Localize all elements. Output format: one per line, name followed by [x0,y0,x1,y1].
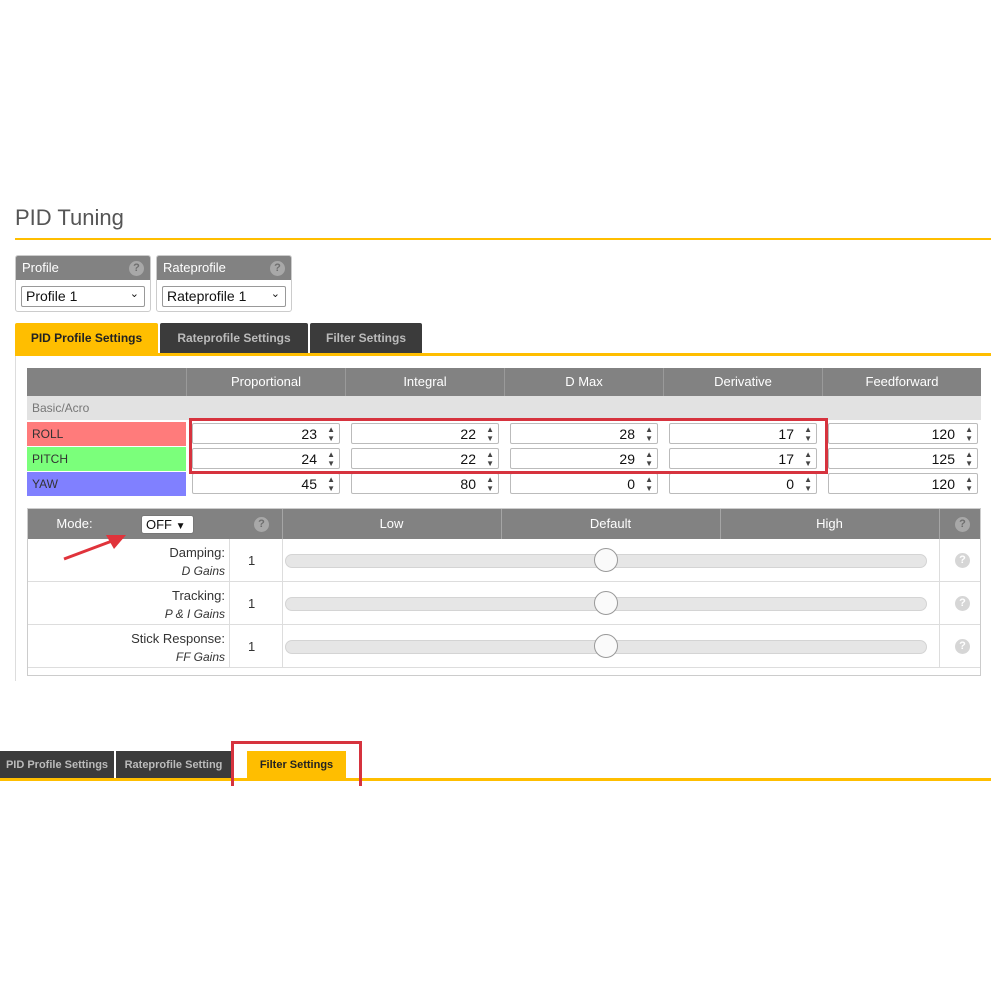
yaw-feedforward-input[interactable]: 120 ▲ ▼ [828,473,978,494]
slider-value: 1 [248,596,256,611]
column-header: Integral [345,368,504,396]
tracking-slider-thumb[interactable] [594,591,618,615]
column-header-low: Low [379,516,404,531]
row-divider [229,582,230,625]
spinner-icon[interactable]: ▲ ▼ [486,475,494,493]
tab-pid-profile-settings[interactable]: PID Profile Settings [0,751,114,779]
highlight-box [231,741,362,786]
slider-subtitle: FF Gains [175,650,225,664]
column-header: D Max [504,368,663,396]
help-icon[interactable]: ? [955,596,970,611]
input-value: 0 [786,476,794,492]
slider-tuning-table: Mode: OFF ▼ ? Low Default High ? Damping… [27,508,981,676]
pid-table-header: Proportional Integral D Max Derivative F… [27,368,981,396]
tab-rateprofile-settings[interactable]: Rateprofile Setting [116,751,231,779]
profile-selector: Profile ? Profile 1 ⌄ [15,255,151,312]
mode-dropdown-value: OFF [146,517,172,532]
help-icon[interactable]: ? [129,261,144,276]
slider-row-stick-response: Stick Response: FF Gains 1 ? [28,625,980,668]
slider-row-damping: Damping: D Gains 1 ? [28,539,980,582]
tab-rateprofile-settings[interactable]: Rateprofile Settings [160,323,308,353]
profile-header: Profile ? [16,256,150,280]
row-divider [939,625,940,668]
slider-subtitle: D Gains [181,564,225,578]
yaw-proportional-input[interactable]: 45 ▲ ▼ [192,473,340,494]
input-value: 45 [301,476,317,492]
profile-dropdown[interactable]: Profile 1 ⌄ [21,286,145,307]
slider-value: 1 [248,639,256,654]
row-divider [939,582,940,625]
slider-row-tracking: Tracking: P & I Gains 1 ? [28,582,980,625]
spinner-icon[interactable]: ▲ ▼ [645,475,653,493]
slider-subtitle: P & I Gains [164,607,225,621]
help-icon[interactable]: ? [270,261,285,276]
spinner-icon[interactable]: ▲ ▼ [965,475,973,493]
column-header-high: High [816,516,843,531]
axis-label-pitch: PITCH [27,447,186,471]
slider-title: Damping: [169,545,225,560]
yaw-dmax-input[interactable]: 0 ▲ ▼ [510,473,658,494]
rateprofile-selector: Rateprofile ? Rateprofile 1 ⌄ [156,255,292,312]
yaw-derivative-input[interactable]: 0 ▲ ▼ [669,473,817,494]
roll-feedforward-input[interactable]: 120 ▲ ▼ [828,423,978,444]
axis-label-yaw: YAW [27,472,186,496]
row-divider [282,625,283,668]
column-header-default: Default [589,516,632,531]
stick-response-slider-thumb[interactable] [594,634,618,658]
chevron-down-icon: ⌄ [270,288,280,300]
column-header: Proportional [186,368,345,396]
spinner-icon[interactable]: ▲ ▼ [327,475,335,493]
header-divider [939,509,940,539]
column-header: Derivative [663,368,822,396]
help-icon[interactable]: ? [254,517,269,532]
column-header: Feedforward [822,368,981,396]
tab-filter-settings[interactable]: Filter Settings [310,323,422,353]
input-value: 120 [931,476,955,492]
slider-label: Damping: D Gains [169,543,225,581]
page-title: PID Tuning [15,205,124,230]
pitch-feedforward-input[interactable]: 125 ▲ ▼ [828,448,978,469]
spinner-icon[interactable]: ▲ ▼ [804,475,812,493]
input-value: 0 [627,476,635,492]
help-icon[interactable]: ? [955,553,970,568]
row-divider [939,539,940,582]
spinner-icon[interactable]: ▲ ▼ [965,425,973,443]
annotation-arrow-icon [63,535,126,561]
axis-label-roll: ROLL [27,422,186,446]
row-divider [282,539,283,582]
rateprofile-dropdown[interactable]: Rateprofile 1 ⌄ [162,286,286,307]
profile-dropdown-value: Profile 1 [26,288,78,304]
help-icon[interactable]: ? [955,639,970,654]
slider-label: Stick Response: FF Gains [131,629,225,667]
bottom-tab-divider [0,778,991,781]
spinner-icon[interactable]: ▲ ▼ [965,450,973,468]
tab-pid-profile-settings[interactable]: PID Profile Settings [15,323,158,353]
highlight-box [189,418,828,474]
slider-table-header: Mode: OFF ▼ ? Low Default High ? [28,509,980,539]
input-value: 125 [931,451,955,467]
rateprofile-label: Rateprofile [163,260,226,275]
profile-label: Profile [22,260,59,275]
damping-slider-thumb[interactable] [594,548,618,572]
input-value: 120 [931,426,955,442]
chevron-down-icon: ⌄ [129,288,139,300]
slider-title: Tracking: [172,588,225,603]
chevron-down-icon: ▼ [175,521,186,532]
mode-dropdown[interactable]: OFF ▼ [141,515,194,534]
section-label: Basic/Acro [27,396,981,420]
rateprofile-dropdown-value: Rateprofile 1 [167,288,247,304]
help-icon[interactable]: ? [955,517,970,532]
rateprofile-header: Rateprofile ? [157,256,291,280]
slider-label: Tracking: P & I Gains [165,586,225,624]
row-divider [282,582,283,625]
row-divider [229,625,230,668]
yaw-integral-input[interactable]: 80 ▲ ▼ [351,473,499,494]
slider-value: 1 [248,553,256,568]
input-value: 80 [460,476,476,492]
row-divider [229,539,230,582]
slider-title: Stick Response: [131,631,225,646]
title-divider [15,238,991,240]
